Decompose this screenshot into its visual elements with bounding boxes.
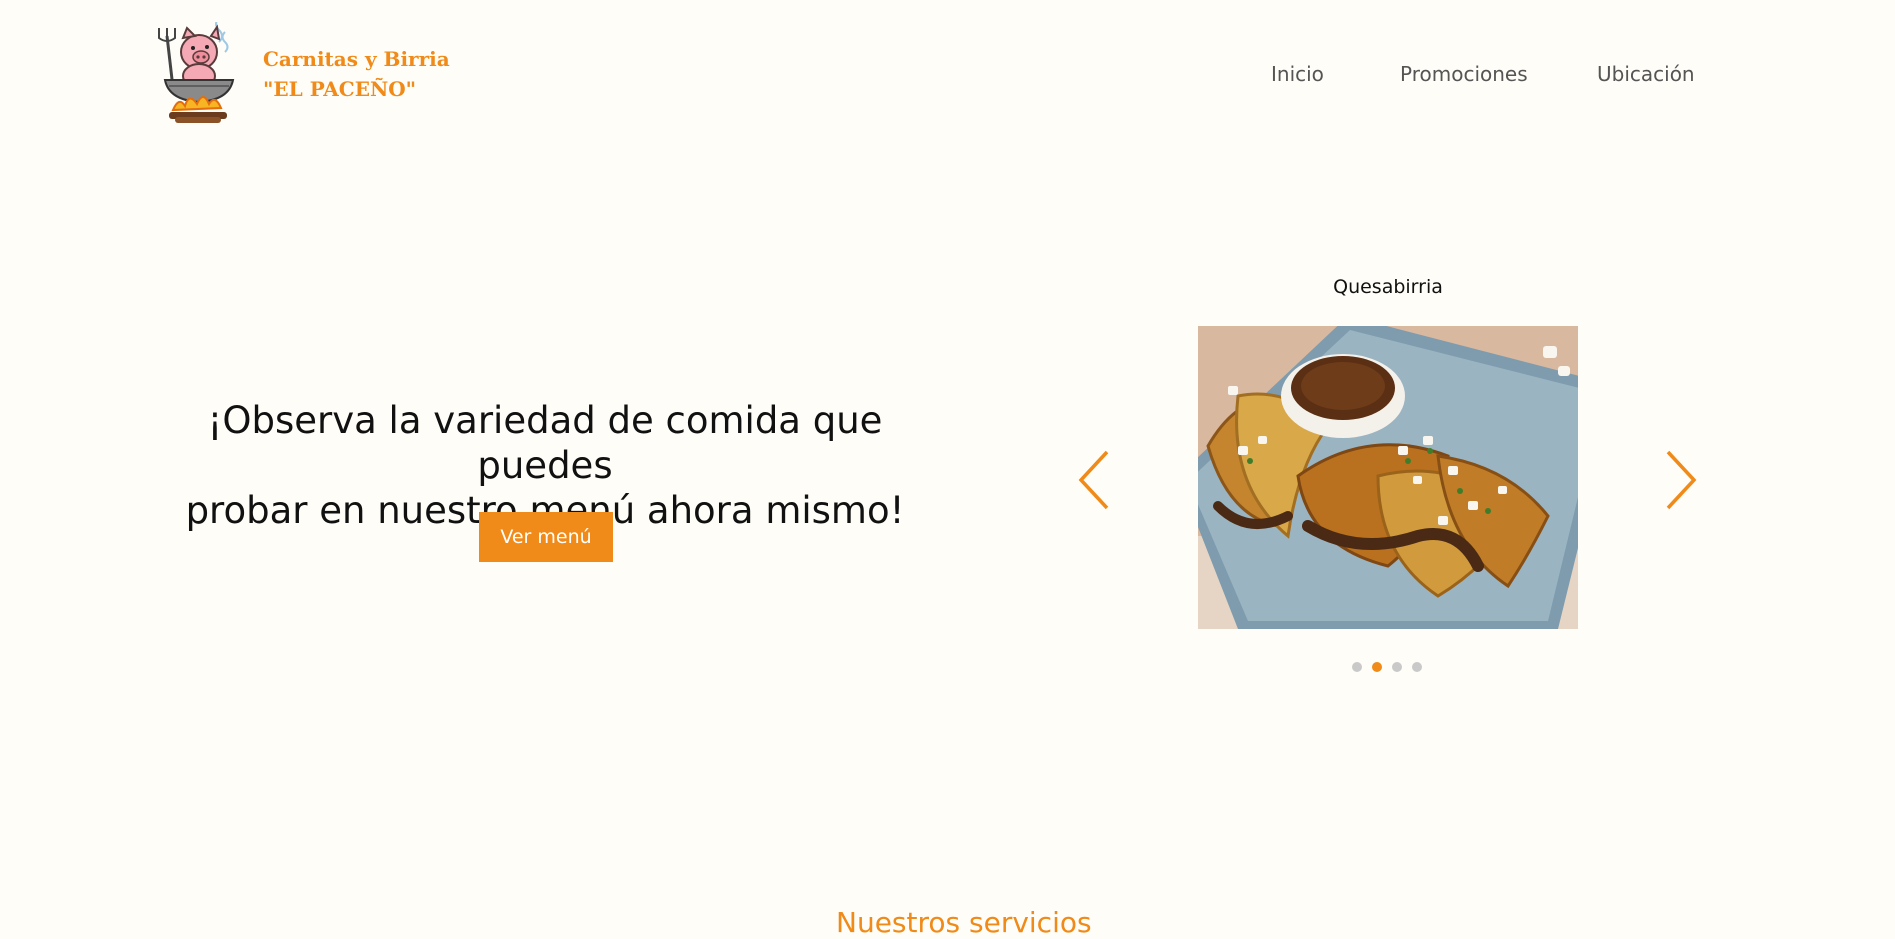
carousel-dot-2[interactable] <box>1372 662 1382 672</box>
carousel-dot-3[interactable] <box>1392 662 1402 672</box>
pig-logo-icon[interactable] <box>155 22 241 126</box>
carousel-dots <box>1352 662 1422 672</box>
brand-line-1: Carnitas y Birria <box>263 47 450 71</box>
view-menu-button[interactable]: Ver menú <box>479 512 613 562</box>
carousel-dot-4[interactable] <box>1412 662 1422 672</box>
brand-line-2: "EL PACEÑO" <box>263 77 417 101</box>
slide-caption: Quesabirria <box>1333 276 1443 298</box>
carousel-next-icon[interactable] <box>1660 448 1700 512</box>
quesabirria-photo-icon <box>1198 326 1578 629</box>
nav-item-inicio[interactable]: Inicio <box>1271 62 1324 86</box>
slide-image <box>1198 326 1578 629</box>
carousel-prev-icon[interactable] <box>1075 448 1115 512</box>
nav-item-promociones[interactable]: Promociones <box>1400 62 1528 86</box>
carousel-dot-1[interactable] <box>1352 662 1362 672</box>
brand-name[interactable]: Carnitas y Birria "EL PACEÑO" <box>263 44 450 104</box>
hero-title-line-1: ¡Observa la variedad de comida que puede… <box>207 399 883 487</box>
site-header: Carnitas y Birria "EL PACEÑO" Inicio Pro… <box>0 0 1895 150</box>
nav-item-ubicacion[interactable]: Ubicación <box>1597 62 1695 86</box>
next-section-title: Nuestros servicios <box>836 906 1092 939</box>
